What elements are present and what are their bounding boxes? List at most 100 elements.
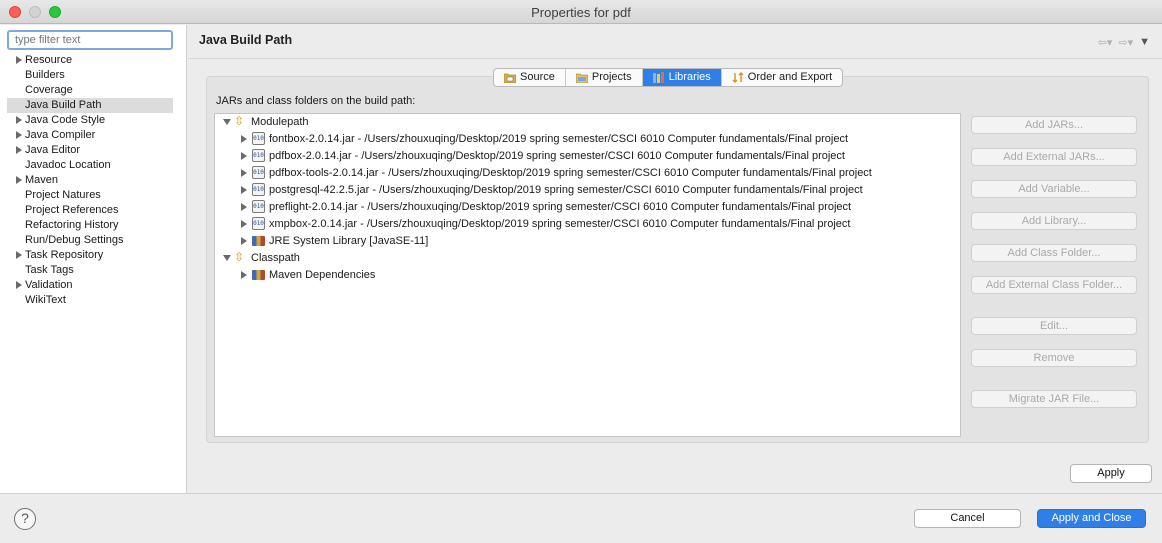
sidebar-item-label: Java Build Path xyxy=(25,99,102,111)
help-icon[interactable]: ? xyxy=(14,508,36,530)
expand-arrow-icon[interactable] xyxy=(16,116,22,124)
tab-label: Libraries xyxy=(668,71,711,83)
tab-source[interactable]: Source xyxy=(494,69,566,86)
expand-arrow-icon[interactable] xyxy=(16,56,22,64)
window-title: Properties for pdf xyxy=(531,5,631,20)
sidebar-item-label: Maven xyxy=(25,174,59,186)
sidebar-item-task-repository[interactable]: Task Repository xyxy=(0,248,186,263)
tree-node-label: fontbox-2.0.14.jar - /Users/zhouxuqing/D… xyxy=(269,133,849,145)
sidebar-item-java-build-path[interactable]: Java Build Path xyxy=(7,98,173,113)
sidebar-item-run-debug-settings[interactable]: Run/Debug Settings xyxy=(0,233,186,248)
page-nav: ⇦▾ ⇨▾ ▼ xyxy=(1098,36,1150,49)
add-jars-button[interactable]: Add JARs... xyxy=(971,116,1137,134)
sidebar-item-project-references[interactable]: Project References xyxy=(0,203,186,218)
modulepath-icon: ⇳ xyxy=(234,114,245,128)
tree-node-label: Maven Dependencies xyxy=(269,269,376,281)
add-external-class-folder-button[interactable]: Add External Class Folder... xyxy=(971,276,1137,294)
sidebar-item-wikitext[interactable]: WikiText xyxy=(0,293,186,308)
expand-arrow-icon[interactable] xyxy=(16,176,22,184)
sidebar-item-label: Builders xyxy=(25,69,65,81)
expand-arrow-icon[interactable] xyxy=(241,135,247,143)
remove-button[interactable]: Remove xyxy=(971,349,1137,367)
jar-icon: 010 xyxy=(252,166,265,179)
sidebar-item-label: Refactoring History xyxy=(25,219,119,231)
sidebar-tree: Resource Builders Coverage Java Build Pa… xyxy=(0,53,186,308)
sidebar-item-label: Java Code Style xyxy=(25,114,106,126)
sidebar-item-label: Project References xyxy=(25,204,119,216)
expand-arrow-icon[interactable] xyxy=(16,251,22,259)
sidebar-item-java-editor[interactable]: Java Editor xyxy=(0,143,186,158)
edit-button[interactable]: Edit... xyxy=(971,317,1137,335)
tree-node-label: xmpbox-2.0.14.jar - /Users/zhouxuqing/De… xyxy=(269,218,851,230)
expand-arrow-icon[interactable] xyxy=(241,220,247,228)
sidebar-item-task-tags[interactable]: Task Tags xyxy=(0,263,186,278)
filter-input[interactable] xyxy=(7,30,173,50)
collapse-arrow-icon[interactable] xyxy=(223,119,231,125)
expand-arrow-icon[interactable] xyxy=(16,146,22,154)
sidebar-item-builders[interactable]: Builders xyxy=(0,68,186,83)
add-variable-button[interactable]: Add Variable... xyxy=(971,180,1137,198)
sidebar-item-label: Resource xyxy=(25,54,73,66)
expand-arrow-icon[interactable] xyxy=(241,169,247,177)
expand-arrow-icon[interactable] xyxy=(16,281,22,289)
tab-label: Source xyxy=(520,71,555,83)
tab-label: Projects xyxy=(591,71,632,83)
add-external-jars-button[interactable]: Add External JARs... xyxy=(971,148,1137,166)
expand-arrow-icon[interactable] xyxy=(16,131,22,139)
view-menu-icon[interactable]: ▼ xyxy=(1139,36,1150,49)
sidebar-item-coverage[interactable]: Coverage xyxy=(0,83,186,98)
source-folder-icon xyxy=(504,73,516,83)
jar-icon: 010 xyxy=(252,183,265,196)
expand-arrow-icon[interactable] xyxy=(241,152,247,160)
classpath-icon: ⇳ xyxy=(234,250,245,264)
tab-order-and-export[interactable]: Order and Export xyxy=(722,69,842,86)
apply-button[interactable]: Apply xyxy=(1070,464,1152,483)
expand-arrow-icon[interactable] xyxy=(241,237,247,245)
sidebar-item-javadoc-location[interactable]: Javadoc Location xyxy=(0,158,186,173)
tree-node-label: preflight-2.0.14.jar - /Users/zhouxuqing… xyxy=(269,201,852,213)
jar-icon: 010 xyxy=(252,217,265,230)
tab-projects[interactable]: Projects xyxy=(566,69,643,86)
migrate-jar-file-button[interactable]: Migrate JAR File... xyxy=(971,390,1137,408)
sidebar-item-validation[interactable]: Validation xyxy=(0,278,186,293)
tree-node-label: postgresql-42.2.5.jar - /Users/zhouxuqin… xyxy=(269,184,863,196)
tab-label: Order and Export xyxy=(747,71,833,83)
tree-node-label: JRE System Library [JavaSE-11] xyxy=(269,235,429,247)
build-path-tree[interactable]: ⇳ Modulepath 010 fontbox-2.0.14.jar - /U… xyxy=(214,113,961,437)
libraries-icon xyxy=(652,72,664,83)
sidebar: Resource Builders Coverage Java Build Pa… xyxy=(0,25,187,493)
jar-icon: 010 xyxy=(252,200,265,213)
tab-bar: Source Projects Libraries Order and Expo… xyxy=(493,68,844,87)
sidebar-item-label: Coverage xyxy=(25,84,73,96)
sidebar-item-label: Task Tags xyxy=(25,264,74,276)
tab-libraries[interactable]: Libraries xyxy=(642,69,722,86)
library-icon xyxy=(252,236,265,246)
sidebar-item-label: Javadoc Location xyxy=(25,159,111,171)
cancel-button[interactable]: Cancel xyxy=(914,509,1021,528)
footer-divider xyxy=(0,493,1162,494)
sidebar-item-label: WikiText xyxy=(25,294,66,306)
tree-node-label: Classpath xyxy=(251,252,300,264)
sidebar-item-java-compiler[interactable]: Java Compiler xyxy=(0,128,186,143)
expand-arrow-icon[interactable] xyxy=(241,203,247,211)
sidebar-item-java-code-style[interactable]: Java Code Style xyxy=(0,113,186,128)
sidebar-item-refactoring-history[interactable]: Refactoring History xyxy=(0,218,186,233)
order-export-icon xyxy=(732,72,744,83)
add-class-folder-button[interactable]: Add Class Folder... xyxy=(971,244,1137,262)
expand-arrow-icon[interactable] xyxy=(241,186,247,194)
header-divider xyxy=(188,58,1162,59)
expand-arrow-icon[interactable] xyxy=(241,271,247,279)
jar-icon: 010 xyxy=(252,149,265,162)
sidebar-item-resource[interactable]: Resource xyxy=(0,53,186,68)
forward-arrow-icon[interactable]: ⇨▾ xyxy=(1118,36,1133,49)
add-library-button[interactable]: Add Library... xyxy=(971,212,1137,230)
apply-and-close-button[interactable]: Apply and Close xyxy=(1037,509,1146,528)
sidebar-item-label: Project Natures xyxy=(25,189,101,201)
sidebar-item-project-natures[interactable]: Project Natures xyxy=(0,188,186,203)
tree-node-label: pdfbox-tools-2.0.14.jar - /Users/zhouxuq… xyxy=(269,167,872,179)
sidebar-item-label: Validation xyxy=(25,279,73,291)
sidebar-item-maven[interactable]: Maven xyxy=(0,173,186,188)
sidebar-item-label: Task Repository xyxy=(25,249,104,261)
collapse-arrow-icon[interactable] xyxy=(223,255,231,261)
back-arrow-icon[interactable]: ⇦▾ xyxy=(1098,36,1113,49)
